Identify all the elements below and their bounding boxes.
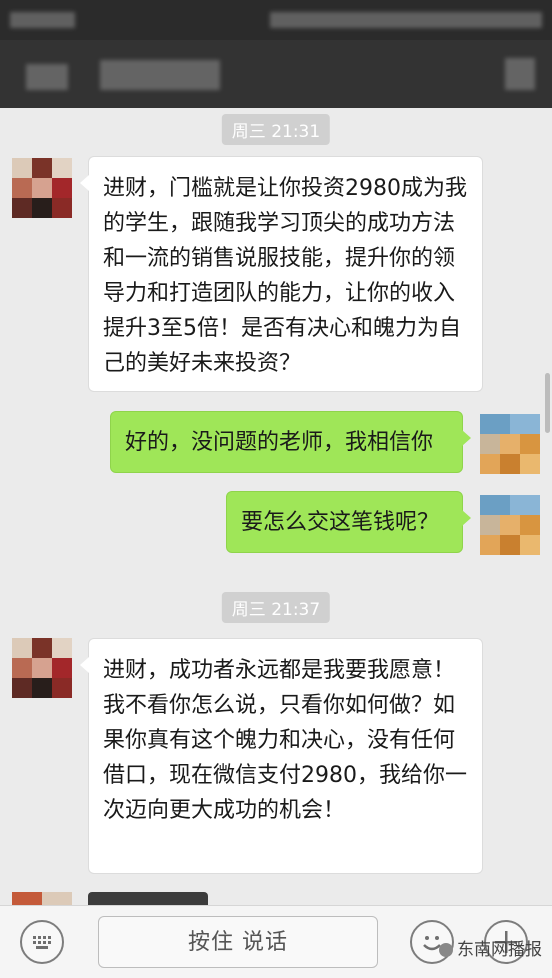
keyboard-toggle-button[interactable] — [20, 920, 64, 964]
watermark: 东南网播报 — [439, 935, 542, 960]
menu-button-blur[interactable] — [505, 58, 535, 90]
incoming-message-bubble[interactable]: 进财，门槛就是让你投资2980成为我的学生，跟随我学习顶尖的成功方法和一流的销售… — [80, 156, 483, 392]
watermark-logo-icon — [439, 943, 453, 957]
incoming-message-bubble[interactable]: 进财，成功者永远都是我要我愿意！我不看你怎么说，只看你如何做？如果你真有这个魄力… — [80, 638, 483, 874]
message-timestamp: 周三 21:37 — [221, 592, 331, 623]
outgoing-message-bubble[interactable]: 好的，没问题的老师，我相信你 — [110, 411, 471, 473]
sender-avatar[interactable] — [12, 638, 72, 698]
status-bar — [0, 0, 552, 40]
my-avatar[interactable] — [480, 414, 540, 474]
watermark-text: 东南网播报 — [457, 940, 542, 960]
image-message-preview[interactable] — [88, 892, 208, 905]
message-timestamp: 周三 21:31 — [221, 114, 331, 145]
status-blur-right — [270, 12, 542, 28]
keyboard-icon — [33, 936, 51, 949]
sender-avatar[interactable] — [12, 892, 72, 905]
sender-avatar[interactable] — [12, 158, 72, 218]
status-blur-left — [10, 12, 75, 28]
chat-header — [0, 40, 552, 108]
back-button-blur[interactable] — [26, 64, 68, 90]
scrollbar[interactable] — [545, 373, 550, 433]
chat-title-blur — [100, 60, 220, 90]
hold-to-talk-button[interactable]: 按住 说话 — [98, 916, 378, 968]
chat-area[interactable]: 周三 21:31 进财，门槛就是让你投资2980成为我的学生，跟随我学习顶尖的成… — [0, 108, 552, 905]
outgoing-message-bubble[interactable]: 要怎么交这笔钱呢？ — [226, 491, 471, 553]
my-avatar[interactable] — [480, 495, 540, 555]
